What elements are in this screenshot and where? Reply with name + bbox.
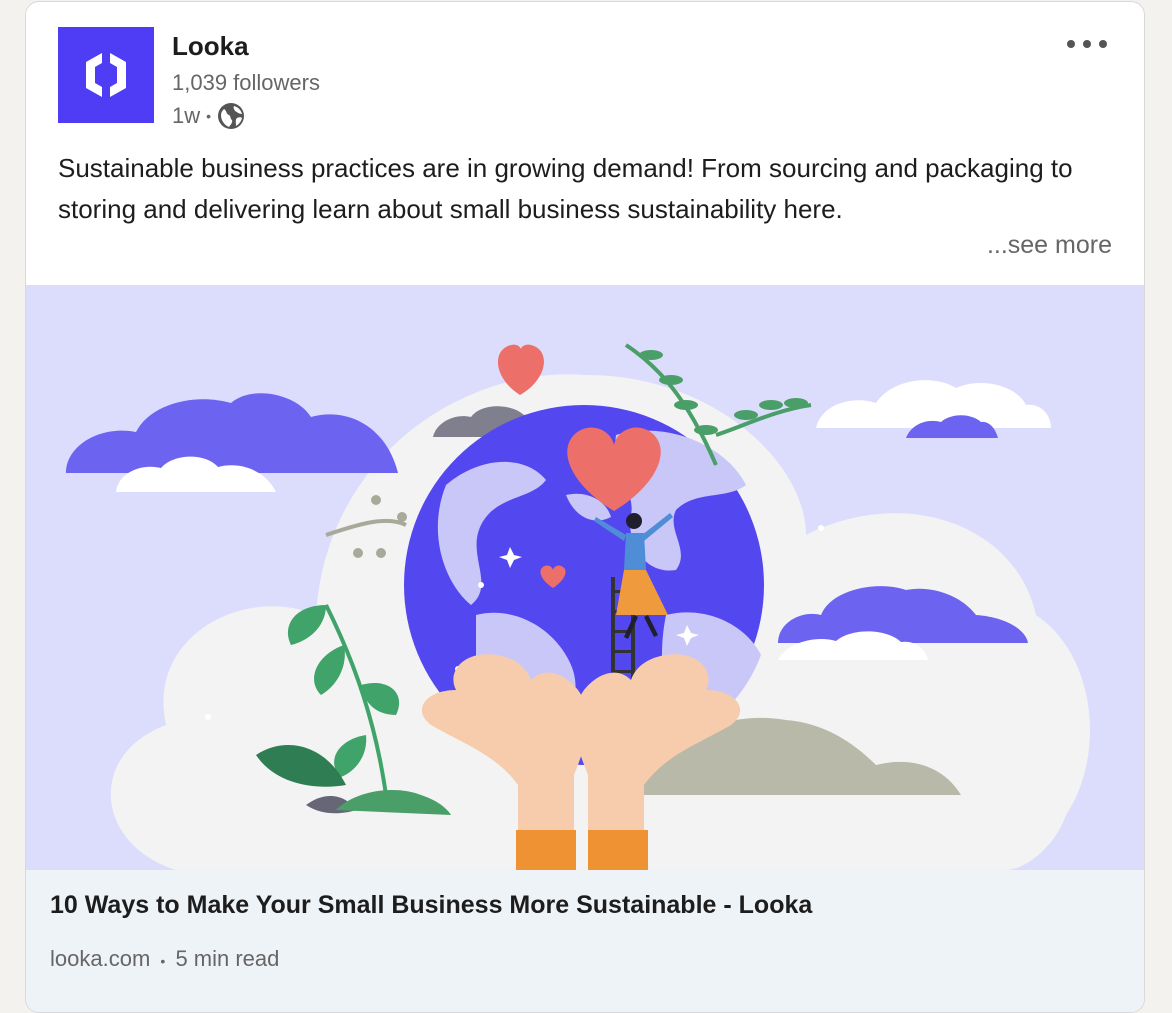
article-meta-separator: •	[160, 953, 166, 969]
article-image[interactable]	[26, 285, 1144, 870]
post-age: 1w	[172, 103, 201, 128]
sustainability-illustration	[66, 343, 1090, 870]
post-meta: 1w •	[172, 102, 245, 130]
company-logo[interactable]	[58, 27, 154, 123]
company-name[interactable]: Looka	[172, 31, 249, 62]
see-more-link[interactable]: ...see more	[987, 231, 1112, 260]
article-read-time: 5 min read	[175, 946, 280, 971]
more-options-button[interactable]	[1064, 32, 1110, 56]
post-body-text: Sustainable business practices are in gr…	[58, 153, 1073, 224]
article-title[interactable]: 10 Ways to Make Your Small Business More…	[50, 891, 812, 920]
follower-count: 1,039 followers	[172, 70, 320, 95]
more-options-icon	[1067, 40, 1107, 48]
post-header: Looka 1,039 followers 1w •	[26, 2, 1144, 142]
link-preview-footer[interactable]: 10 Ways to Make Your Small Business More…	[26, 870, 1144, 1012]
globe-icon	[217, 102, 245, 130]
feed-post-card: Looka 1,039 followers 1w • Sustainable b…	[25, 1, 1145, 1013]
meta-separator: •	[206, 108, 212, 124]
looka-logo-icon	[86, 53, 126, 97]
article-domain: looka.com	[50, 946, 151, 971]
article-meta: looka.com • 5 min read	[50, 946, 279, 972]
